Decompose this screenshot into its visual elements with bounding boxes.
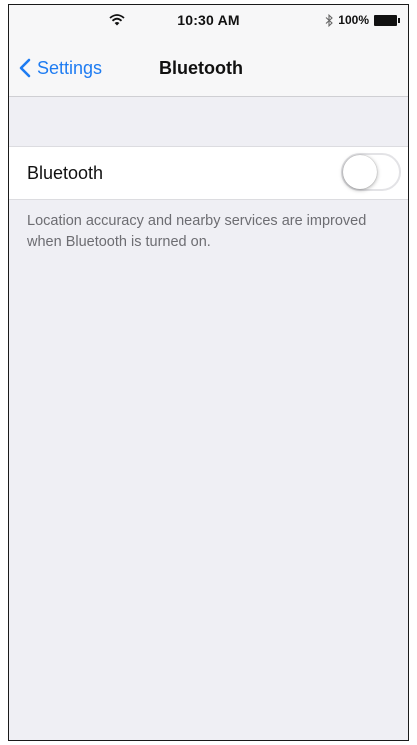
bluetooth-setting-row: Bluetooth bbox=[9, 146, 408, 200]
status-bar: 10:30 AM 100% bbox=[9, 5, 408, 35]
phone-screen: 10:30 AM 100% Settings Bluetooth Bluetoo… bbox=[8, 4, 409, 741]
bluetooth-row-label: Bluetooth bbox=[27, 163, 104, 183]
back-button-label: Settings bbox=[37, 57, 103, 78]
status-right: 100% bbox=[325, 11, 400, 29]
bluetooth-footer-note: Location accuracy and nearby services ar… bbox=[27, 213, 367, 250]
battery-icon bbox=[374, 14, 400, 26]
top-bar: 10:30 AM 100% Settings Bluetooth bbox=[9, 5, 408, 97]
navigation-bar: Settings Bluetooth bbox=[9, 45, 408, 89]
page-title: Bluetooth bbox=[159, 58, 243, 78]
bluetooth-icon bbox=[325, 13, 334, 27]
chevron-left-icon bbox=[19, 58, 31, 78]
battery-percentage: 100% bbox=[338, 13, 369, 27]
toggle-knob bbox=[343, 155, 377, 189]
back-button[interactable]: Settings bbox=[19, 55, 102, 81]
bluetooth-toggle[interactable] bbox=[341, 153, 401, 191]
